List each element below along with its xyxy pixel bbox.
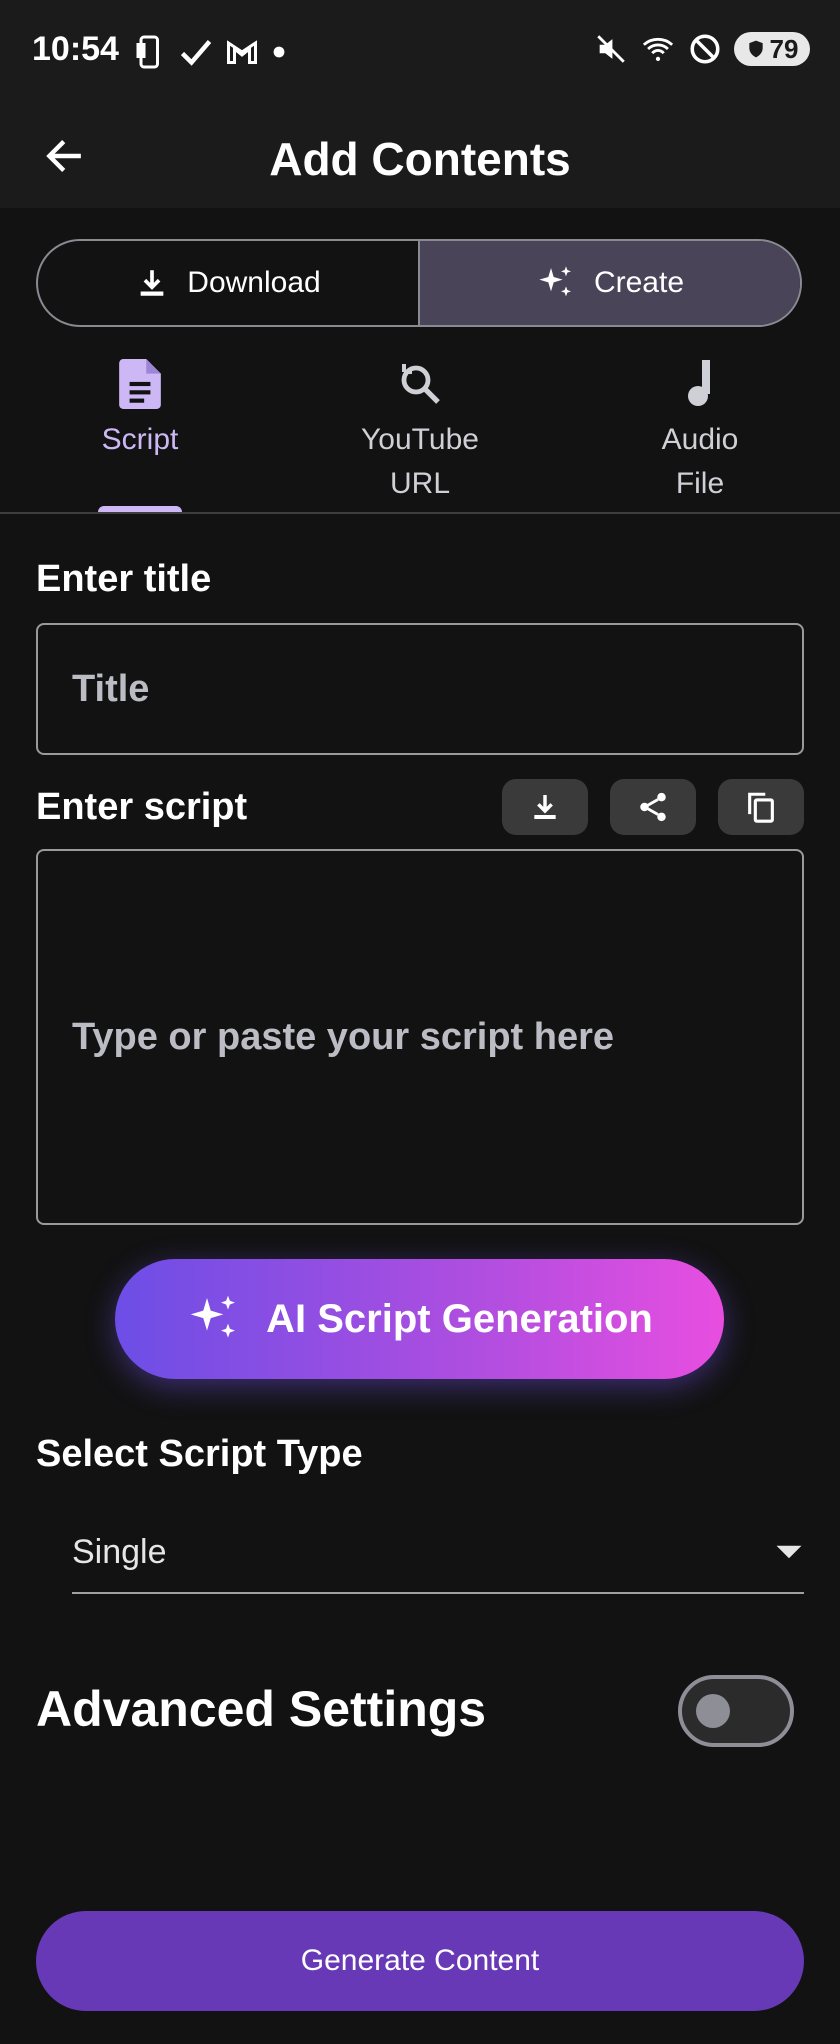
download-icon	[140, 270, 164, 296]
script-type-label: Select Script Type	[36, 1433, 363, 1475]
download-segment-label: Download	[187, 266, 321, 299]
download-icon	[534, 795, 556, 819]
title-input[interactable]	[36, 623, 804, 755]
battery-level: 79	[769, 33, 799, 64]
script-toolbar	[502, 779, 804, 835]
shield-icon	[748, 40, 763, 58]
tab-audio-file[interactable]: Audio File	[560, 350, 840, 514]
script-label: Enter script	[36, 786, 248, 828]
mute-icon	[597, 35, 625, 63]
check-icon	[180, 40, 212, 66]
toggle-knob	[696, 1694, 730, 1728]
create-segment[interactable]: Create	[420, 241, 800, 325]
source-tabs: Script YouTube URL Audio File	[0, 350, 840, 514]
dot-icon	[273, 46, 285, 58]
script-textarea[interactable]: Type or paste your script here	[36, 849, 804, 1225]
share-icon	[640, 792, 666, 822]
search-refresh-icon	[401, 364, 440, 404]
title-label: Enter title	[36, 558, 212, 600]
phone-notification-icon	[136, 35, 159, 69]
battery-indicator: 79	[734, 32, 810, 66]
status-bar: 10:54 79	[0, 0, 840, 104]
download-segment[interactable]: Download	[38, 241, 420, 325]
app-bar: Add Contents	[0, 104, 840, 208]
tab-script[interactable]: Script	[0, 350, 280, 514]
status-time: 10:54	[32, 30, 119, 68]
sparkles-icon	[539, 266, 571, 297]
tab-youtube-url-label: YouTube URL	[361, 423, 479, 500]
document-icon	[119, 359, 161, 409]
tab-divider	[0, 512, 840, 514]
script-placeholder: Type or paste your script here	[72, 1015, 615, 1058]
ai-script-generation-button[interactable]: AI Script Generation	[115, 1259, 724, 1379]
copy-icon	[748, 792, 774, 823]
advanced-settings-label: Advanced Settings	[36, 1681, 487, 1737]
script-type-value: Single	[72, 1532, 167, 1571]
ai-script-generation-label: AI Script Generation	[266, 1296, 653, 1341]
create-segment-label: Create	[593, 266, 685, 299]
tab-audio-file-label: Audio File	[661, 423, 739, 500]
tab-script-label: Script	[101, 423, 179, 456]
page-title: Add Contents	[269, 133, 571, 185]
status-left-icons	[132, 34, 288, 70]
tab-youtube-url[interactable]: YouTube URL	[280, 350, 560, 514]
generate-content-button[interactable]: Generate Content	[36, 1911, 804, 2011]
share-script-button[interactable]	[610, 779, 696, 835]
script-type-select[interactable]: Single	[72, 1512, 804, 1594]
music-note-icon	[688, 360, 710, 406]
advanced-settings-toggle[interactable]	[678, 1675, 794, 1747]
download-script-button[interactable]	[502, 779, 588, 835]
gmail-icon	[227, 40, 257, 64]
generate-content-label: Generate Content	[300, 1944, 540, 1977]
mode-segmented-control: Download Create	[36, 239, 802, 327]
dropdown-arrow-icon	[776, 1545, 802, 1559]
wifi-icon	[642, 37, 674, 62]
sparkles-icon	[190, 1295, 236, 1338]
do-not-disturb-icon	[690, 34, 720, 64]
copy-script-button[interactable]	[718, 779, 804, 835]
status-right-icons: 79	[594, 32, 810, 66]
